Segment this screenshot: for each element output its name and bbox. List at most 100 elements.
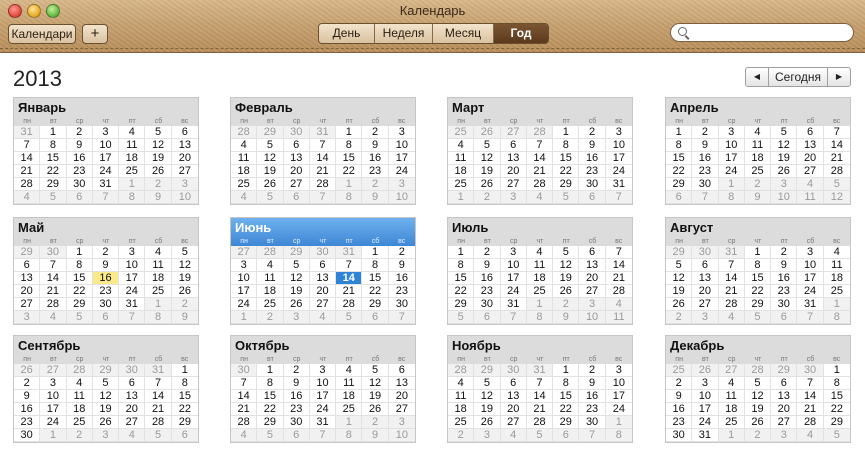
- day-cell[interactable]: 20: [500, 403, 527, 416]
- adjacent-day-cell[interactable]: 2: [744, 178, 772, 191]
- day-cell[interactable]: 25: [336, 403, 363, 416]
- calendars-button[interactable]: Календари: [8, 24, 76, 44]
- day-cell[interactable]: 24: [692, 416, 719, 429]
- adjacent-day-cell[interactable]: 5: [66, 311, 93, 324]
- day-cell[interactable]: 14: [309, 152, 337, 165]
- day-cell[interactable]: 29: [66, 298, 93, 311]
- day-cell[interactable]: 5: [553, 246, 580, 259]
- adjacent-day-cell[interactable]: 3: [388, 416, 415, 429]
- month-6[interactable]: Июнь пн вт ср чт пт сб вс 27 28 29 30 31 1 2 3 4 5 6 7 8 9 10 1…: [230, 217, 416, 325]
- day-cell[interactable]: 28: [14, 178, 41, 191]
- day-cell[interactable]: 23: [692, 165, 719, 178]
- day-cell[interactable]: 29: [257, 416, 284, 429]
- day-cell[interactable]: 28: [605, 285, 632, 298]
- day-cell[interactable]: 20: [171, 152, 198, 165]
- day-cell[interactable]: 28: [718, 298, 745, 311]
- day-cell[interactable]: 31: [605, 178, 632, 191]
- day-cell[interactable]: 16: [579, 390, 606, 403]
- day-cell[interactable]: 30: [66, 178, 93, 191]
- adjacent-day-cell[interactable]: 7: [692, 191, 719, 204]
- adjacent-day-cell[interactable]: 1: [336, 178, 363, 191]
- day-cell[interactable]: 28: [309, 178, 337, 191]
- day-cell[interactable]: 31: [692, 429, 719, 442]
- adjacent-day-cell[interactable]: 8: [336, 191, 363, 204]
- day-cell[interactable]: 31: [119, 298, 146, 311]
- day-cell[interactable]: 27: [500, 416, 527, 429]
- adjacent-day-cell[interactable]: 30: [692, 246, 719, 259]
- adjacent-day-cell[interactable]: 27: [500, 126, 527, 139]
- adjacent-day-cell[interactable]: 25: [666, 364, 693, 377]
- day-cell[interactable]: 27: [283, 178, 310, 191]
- day-cell[interactable]: 4: [119, 126, 146, 139]
- day-cell[interactable]: 22: [744, 285, 772, 298]
- day-cell[interactable]: 21: [145, 403, 172, 416]
- day-cell[interactable]: 25: [66, 416, 93, 429]
- day-cell[interactable]: 26: [474, 416, 501, 429]
- day-cell[interactable]: 28: [526, 178, 554, 191]
- adjacent-day-cell[interactable]: 6: [362, 311, 389, 324]
- day-cell[interactable]: 13: [500, 390, 527, 403]
- day-cell[interactable]: 19: [145, 152, 172, 165]
- adjacent-day-cell[interactable]: 2: [362, 178, 389, 191]
- day-cell[interactable]: 6: [14, 259, 41, 272]
- adjacent-day-cell[interactable]: 28: [744, 364, 772, 377]
- view-month-tab[interactable]: Месяц: [433, 24, 494, 43]
- adjacent-day-cell[interactable]: 28: [448, 364, 475, 377]
- adjacent-day-cell[interactable]: 2: [553, 298, 580, 311]
- day-cell[interactable]: 14: [823, 139, 850, 152]
- adjacent-day-cell[interactable]: 1: [823, 298, 850, 311]
- day-cell[interactable]: 17: [692, 403, 719, 416]
- day-cell[interactable]: 10: [500, 259, 527, 272]
- day-cell[interactable]: 23: [14, 416, 41, 429]
- day-cell[interactable]: 11: [448, 390, 475, 403]
- day-cell[interactable]: 18: [145, 272, 172, 285]
- adjacent-day-cell[interactable]: 27: [231, 246, 258, 259]
- day-cell[interactable]: 3: [92, 126, 120, 139]
- day-cell[interactable]: 30: [14, 429, 41, 442]
- day-cell[interactable]: 12: [257, 152, 284, 165]
- day-cell[interactable]: 29: [40, 178, 67, 191]
- day-cell[interactable]: 20: [500, 165, 527, 178]
- day-cell[interactable]: 24: [500, 285, 527, 298]
- month-4[interactable]: Апрель пн вт ср чт пт сб вс 1 2 3 4 5 6 7 8 9 10 11 12 13 14 1…: [665, 97, 851, 205]
- day-cell[interactable]: 2: [283, 364, 310, 377]
- day-cell[interactable]: 19: [362, 390, 389, 403]
- day-cell[interactable]: 3: [500, 246, 527, 259]
- day-cell[interactable]: 5: [666, 259, 693, 272]
- day-cell[interactable]: 23: [388, 285, 415, 298]
- add-event-button[interactable]: +: [82, 24, 108, 44]
- view-year-tab[interactable]: Год: [494, 24, 548, 43]
- day-cell[interactable]: 19: [744, 403, 772, 416]
- day-cell[interactable]: 24: [40, 416, 67, 429]
- adjacent-day-cell[interactable]: 29: [771, 364, 798, 377]
- adjacent-day-cell[interactable]: 4: [14, 191, 41, 204]
- day-cell[interactable]: 2: [66, 126, 93, 139]
- day-cell[interactable]: 1: [362, 246, 389, 259]
- day-cell[interactable]: 18: [66, 403, 93, 416]
- day-cell[interactable]: 7: [309, 139, 337, 152]
- day-cell[interactable]: 4: [448, 139, 475, 152]
- day-cell[interactable]: 22: [40, 165, 67, 178]
- adjacent-day-cell[interactable]: 26: [474, 126, 501, 139]
- day-cell[interactable]: 2: [692, 126, 719, 139]
- day-cell[interactable]: 18: [744, 152, 772, 165]
- day-cell[interactable]: 11: [448, 152, 475, 165]
- adjacent-day-cell[interactable]: 2: [66, 429, 93, 442]
- day-cell[interactable]: 25: [526, 285, 554, 298]
- day-cell[interactable]: 14: [14, 152, 41, 165]
- day-cell[interactable]: 21: [823, 152, 850, 165]
- day-cell[interactable]: 22: [336, 165, 363, 178]
- day-cell[interactable]: 10: [119, 259, 146, 272]
- adjacent-day-cell[interactable]: 7: [500, 311, 527, 324]
- day-cell[interactable]: 19: [283, 285, 310, 298]
- day-cell[interactable]: 16: [14, 403, 41, 416]
- day-cell[interactable]: 22: [362, 285, 389, 298]
- adjacent-day-cell[interactable]: 3: [692, 311, 719, 324]
- adjacent-day-cell[interactable]: 1: [145, 298, 172, 311]
- day-cell[interactable]: 19: [553, 272, 580, 285]
- day-cell[interactable]: 5: [283, 259, 310, 272]
- adjacent-day-cell[interactable]: 8: [336, 429, 363, 442]
- day-cell[interactable]: 12: [474, 152, 501, 165]
- day-cell[interactable]: 10: [718, 139, 745, 152]
- adjacent-day-cell[interactable]: 7: [309, 429, 337, 442]
